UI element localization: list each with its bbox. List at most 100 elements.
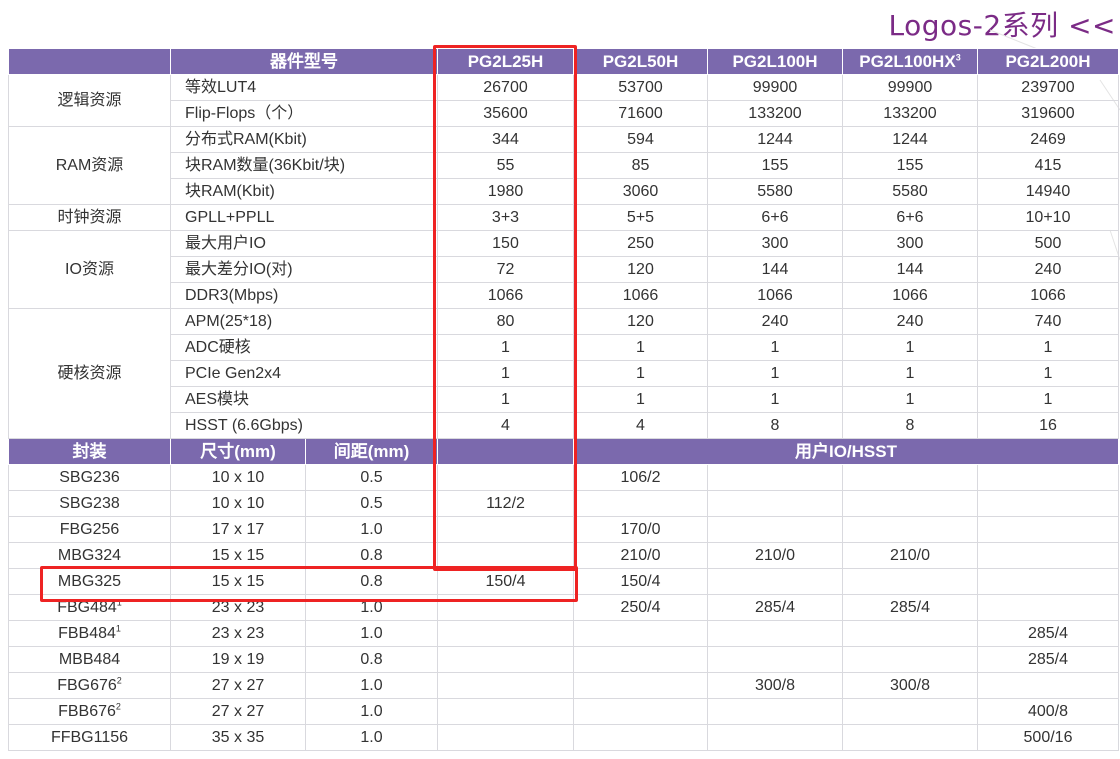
resource-value-text: 155 (896, 157, 924, 174)
resource-value: 10+10 (977, 204, 1119, 231)
resource-value: 1 (842, 360, 978, 387)
resource-category-text: IO资源 (65, 261, 114, 278)
package-io-value (842, 490, 978, 517)
package-io-value (977, 490, 1119, 517)
header-pitch-text: 间距(mm) (333, 442, 410, 461)
resource-value-text: 8 (770, 417, 780, 434)
package-io-value-text: 500/16 (1023, 729, 1073, 746)
resource-value-text: 415 (1034, 157, 1062, 174)
resource-item: PCIe Gen2x4 (170, 360, 438, 387)
footnote-mark: 1 (115, 623, 121, 634)
resource-value-text: 1 (770, 365, 780, 382)
package-size: 19 x 19 (170, 646, 306, 673)
resource-item-text: AES模块 (185, 391, 250, 408)
resource-category: IO资源 (8, 230, 171, 309)
resource-item: DDR3(Mbps) (170, 282, 438, 309)
resource-value-text: 1 (501, 391, 510, 408)
resource-value: 85 (573, 152, 708, 179)
resource-value-text: 10+10 (1025, 209, 1071, 226)
resource-value: 250 (573, 230, 708, 257)
resource-value: 53700 (573, 74, 708, 101)
resource-value: 740 (977, 308, 1119, 335)
package-io-value (977, 672, 1119, 699)
package-io-value-text: 285/4 (889, 599, 931, 616)
package-io-value (842, 646, 978, 673)
package-io-value: 170/0 (573, 516, 708, 543)
resource-value-text: 16 (1039, 417, 1057, 434)
resource-value: 240 (707, 308, 843, 335)
resource-value-text: 72 (496, 261, 515, 278)
package-row: MBG325 15 x 15 0.8 150/4 150/4 (8, 568, 1119, 595)
resource-value: 6+6 (707, 204, 843, 231)
resource-value-text: 5580 (892, 183, 928, 200)
resource-value-text: 1 (1043, 339, 1053, 356)
resource-item: 最大用户IO (170, 230, 438, 257)
resource-value-text: 1244 (757, 131, 793, 148)
resource-value: 144 (707, 256, 843, 283)
package-row: FBG6762 27 x 27 1.0 300/8 300/8 (8, 672, 1119, 699)
package-io-value (707, 724, 843, 751)
resource-value-text: 120 (627, 313, 654, 330)
resource-value-text: 53700 (618, 79, 663, 96)
package-io-value (977, 464, 1119, 491)
resource-row: IO资源 最大用户IO 150 250 300 300 500 (8, 230, 1119, 309)
resource-row: PCIe Gen2x4 1 1 1 1 1 (9, 360, 1119, 387)
resource-value-text: 500 (1034, 235, 1062, 252)
resource-category-text: RAM资源 (55, 157, 124, 174)
resource-value: 1 (437, 334, 574, 361)
resource-value-text: 239700 (1021, 79, 1075, 96)
package-pitch: 1.0 (305, 672, 438, 699)
resource-item-text: ADC硬核 (185, 339, 251, 356)
resource-value: 1066 (707, 282, 843, 309)
resource-value: 1 (573, 386, 708, 413)
resource-value-text: 594 (627, 131, 654, 148)
package-io-value (437, 724, 574, 751)
resource-value: 99900 (707, 74, 843, 101)
resource-item-text: GPLL+PPLL (185, 209, 275, 226)
header-model-pg2l200h-text: PG2L200H (1005, 52, 1091, 71)
resource-value-text: 4 (501, 417, 510, 434)
resource-value: 133200 (707, 100, 843, 127)
package-name: MBB484 (8, 646, 171, 673)
resource-value-text: 6+6 (761, 209, 789, 226)
package-io-value (573, 724, 708, 751)
package-io-value: 300/8 (707, 672, 843, 699)
resource-row: AES模块 1 1 1 1 1 (9, 386, 1119, 413)
package-io-value: 250/4 (573, 594, 708, 621)
package-pitch-text: 1.0 (360, 729, 383, 746)
resource-value-text: 6+6 (896, 209, 924, 226)
resource-value-text: 120 (627, 261, 654, 278)
resource-row: Flip-Flops（个） 35600 71600 133200 133200 31960… (9, 100, 1119, 127)
package-io-value-text: 210/0 (620, 547, 661, 564)
resource-value-text: 14940 (1025, 183, 1071, 200)
package-io-value-text: 170/0 (620, 521, 661, 538)
resource-value: 55 (437, 152, 574, 179)
resource-value-text: 8 (905, 417, 915, 434)
resource-item-text: PCIe Gen2x4 (185, 365, 282, 382)
package-io-value (573, 646, 708, 673)
package-name-text: FFBG1156 (50, 729, 129, 746)
package-name-text: FBG256 (59, 521, 120, 538)
resource-value-text: 133200 (748, 105, 802, 122)
header-size-text: 尺寸(mm) (200, 442, 276, 461)
header-model-pg2l100h-text: PG2L100H (732, 52, 818, 71)
resource-value-text: 1066 (757, 287, 793, 304)
resource-row: ADC硬核 1 1 1 1 1 (9, 334, 1119, 361)
resource-item-text: HSST (6.6Gbps) (185, 417, 303, 434)
package-pitch-text: 0.5 (360, 495, 383, 512)
resource-category-text: 时钟资源 (57, 209, 122, 226)
package-pitch-text: 1.0 (360, 625, 383, 642)
resource-item-text: 最大用户IO (185, 235, 266, 252)
package-size: 17 x 17 (170, 516, 306, 543)
resource-value-text: 1 (770, 391, 780, 408)
package-io-value-text: 112/2 (486, 495, 525, 512)
package-io-value (707, 516, 843, 543)
footnote-mark: 1 (116, 597, 122, 608)
resource-value: 133200 (842, 100, 978, 127)
resource-value: 14940 (977, 178, 1119, 205)
resource-item: 分布式RAM(Kbit) (170, 126, 438, 153)
package-io-value: 210/0 (573, 542, 708, 569)
package-io-value (707, 464, 843, 491)
resource-value: 415 (977, 152, 1119, 179)
resource-value: 71600 (573, 100, 708, 127)
